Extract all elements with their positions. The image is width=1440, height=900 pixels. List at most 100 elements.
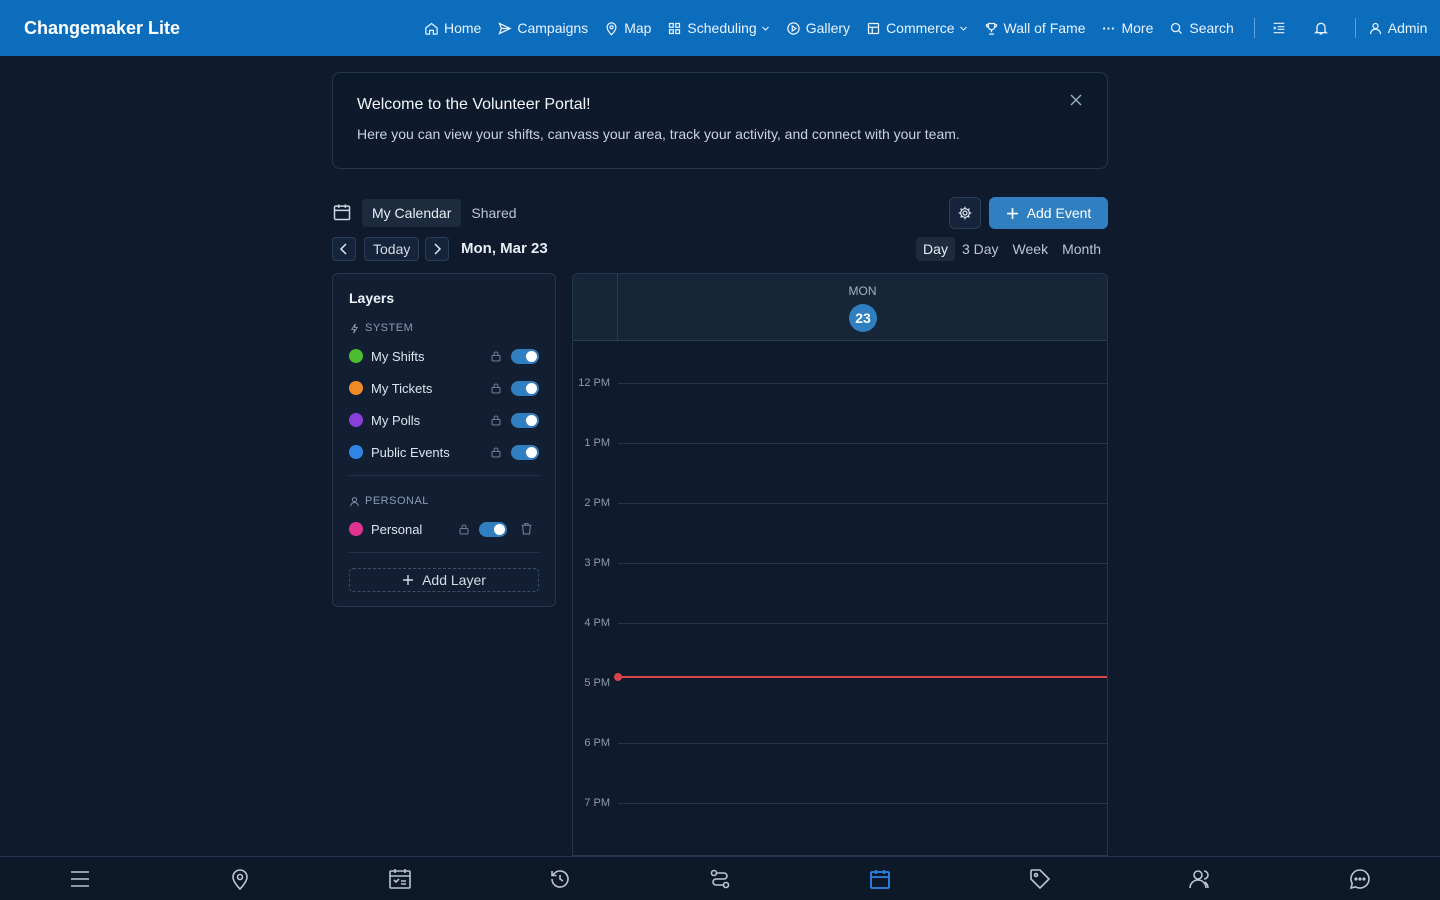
date-navigation: Today Mon, Mar 23 Day 3 Day Week Month bbox=[332, 237, 1108, 261]
hour-label: 7 PM bbox=[584, 797, 610, 809]
hour-label: 12 PM bbox=[578, 377, 610, 389]
nav-gallery-label: Gallery bbox=[805, 20, 851, 36]
bottom-nav-menu[interactable] bbox=[68, 867, 92, 891]
welcome-close-button[interactable] bbox=[1067, 91, 1085, 109]
layer-row-public-events: Public Events bbox=[349, 436, 539, 468]
layer-color-dot bbox=[349, 522, 363, 536]
home-icon bbox=[425, 22, 438, 35]
nav-search[interactable]: Search bbox=[1169, 20, 1234, 36]
hour-gridline bbox=[618, 623, 1107, 624]
nav-map[interactable]: Map bbox=[604, 20, 651, 36]
hour-label: 3 PM bbox=[584, 557, 610, 569]
chevron-down-icon bbox=[761, 26, 769, 31]
system-section-label: SYSTEM bbox=[349, 319, 539, 337]
bottom-nav-calendar[interactable] bbox=[868, 867, 892, 891]
layer-row-personal: Personal bbox=[349, 513, 539, 545]
system-label-text: SYSTEM bbox=[365, 322, 414, 334]
layer-visibility-toggle[interactable] bbox=[511, 445, 539, 460]
view-month[interactable]: Month bbox=[1055, 237, 1108, 261]
calendar-icon bbox=[333, 204, 351, 221]
calendar-settings-button[interactable] bbox=[949, 197, 981, 229]
day-number-badge[interactable]: 23 bbox=[849, 304, 877, 332]
nav-scheduling[interactable]: Scheduling bbox=[667, 20, 769, 36]
hour-label: 2 PM bbox=[584, 497, 610, 509]
nav-commerce[interactable]: Commerce bbox=[866, 20, 967, 36]
bottom-nav-tickets[interactable] bbox=[1028, 867, 1052, 891]
next-day-button[interactable] bbox=[425, 237, 449, 261]
list-indent-icon bbox=[1273, 22, 1285, 34]
menu-icon bbox=[71, 871, 89, 887]
day-header: MON 23 bbox=[573, 274, 1107, 341]
hour-gridline bbox=[618, 803, 1107, 804]
list-toggle-button[interactable] bbox=[1267, 16, 1291, 40]
bottom-nav-team[interactable] bbox=[1188, 867, 1212, 891]
previous-day-button[interactable] bbox=[332, 237, 356, 261]
view-day[interactable]: Day bbox=[916, 237, 955, 261]
users-icon bbox=[1189, 870, 1209, 889]
nav-campaigns[interactable]: Campaigns bbox=[497, 20, 588, 36]
top-navbar: Changemaker Lite Home Campaigns Map Sche… bbox=[0, 0, 1440, 56]
layer-color-dot bbox=[349, 381, 363, 395]
layer-name: My Shifts bbox=[371, 348, 425, 364]
layer-visibility-toggle[interactable] bbox=[479, 522, 507, 537]
hour-label: 5 PM bbox=[584, 677, 610, 689]
bolt-icon bbox=[350, 323, 359, 333]
add-layer-button[interactable]: Add Layer bbox=[349, 568, 539, 592]
personal-section-label: PERSONAL bbox=[349, 492, 539, 510]
tab-my-calendar[interactable]: My Calendar bbox=[362, 199, 462, 227]
grid-icon bbox=[669, 22, 681, 34]
add-event-label: Add Event bbox=[1026, 205, 1092, 221]
nav-divider bbox=[1253, 18, 1255, 38]
section-divider bbox=[349, 475, 539, 476]
nav-search-label: Search bbox=[1189, 20, 1234, 36]
play-circle-icon bbox=[786, 21, 800, 35]
lock-icon bbox=[491, 447, 501, 458]
layers-panel: Layers SYSTEM My Shifts My Tickets My Po… bbox=[332, 273, 556, 607]
bottom-nav-shifts[interactable] bbox=[388, 867, 412, 891]
layer-color-dot bbox=[349, 445, 363, 459]
day-view-grid[interactable]: MON 23 12 PM 1 PM 2 PM 3 PM 4 PM 5 PM 6 … bbox=[572, 273, 1108, 856]
notifications-button[interactable] bbox=[1309, 16, 1333, 40]
lock-icon bbox=[459, 524, 469, 535]
nav-wall-of-fame[interactable]: Wall of Fame bbox=[984, 20, 1085, 36]
view-week[interactable]: Week bbox=[1006, 237, 1056, 261]
layer-visibility-toggle[interactable] bbox=[511, 381, 539, 396]
plus-icon bbox=[403, 575, 414, 585]
view-3-day[interactable]: 3 Day bbox=[955, 237, 1006, 261]
layer-row-my-polls: My Polls bbox=[349, 404, 539, 436]
hour-gridline bbox=[618, 743, 1107, 744]
bottom-nav-canvass[interactable] bbox=[708, 867, 732, 891]
user-menu[interactable]: Admin bbox=[1368, 20, 1427, 36]
bottom-nav-map[interactable] bbox=[228, 867, 252, 891]
trash-icon[interactable] bbox=[520, 522, 533, 535]
day-of-week-label: MON bbox=[848, 284, 877, 298]
close-icon bbox=[1070, 94, 1082, 106]
map-pin-icon bbox=[232, 869, 248, 891]
bottom-nav-chat[interactable] bbox=[1348, 867, 1372, 891]
today-button[interactable]: Today bbox=[364, 237, 420, 261]
add-event-button[interactable]: Add Event bbox=[989, 197, 1108, 229]
layer-name: Public Events bbox=[371, 444, 450, 460]
bottom-nav-activity[interactable] bbox=[548, 867, 572, 891]
layer-visibility-toggle[interactable] bbox=[511, 413, 539, 428]
layer-visibility-toggle[interactable] bbox=[511, 349, 539, 364]
layer-name: My Polls bbox=[371, 412, 421, 428]
current-time-line bbox=[618, 676, 1107, 678]
nav-campaigns-label: Campaigns bbox=[517, 20, 589, 36]
nav-divider bbox=[1354, 18, 1356, 38]
nav-gallery[interactable]: Gallery bbox=[786, 20, 850, 36]
add-layer-label: Add Layer bbox=[422, 572, 486, 588]
lock-icon bbox=[491, 415, 501, 426]
section-divider bbox=[349, 552, 539, 553]
hour-gridline bbox=[618, 443, 1107, 444]
hour-gridline bbox=[618, 503, 1107, 504]
app-title[interactable]: Changemaker Lite bbox=[24, 0, 180, 56]
nav-home[interactable]: Home bbox=[424, 20, 481, 36]
tab-shared[interactable]: Shared bbox=[461, 199, 526, 227]
route-icon bbox=[710, 869, 730, 889]
history-icon bbox=[551, 870, 569, 888]
user-icon bbox=[1369, 22, 1381, 34]
layer-row-my-tickets: My Tickets bbox=[349, 372, 539, 404]
user-icon bbox=[350, 496, 359, 506]
nav-more[interactable]: More bbox=[1101, 20, 1153, 36]
